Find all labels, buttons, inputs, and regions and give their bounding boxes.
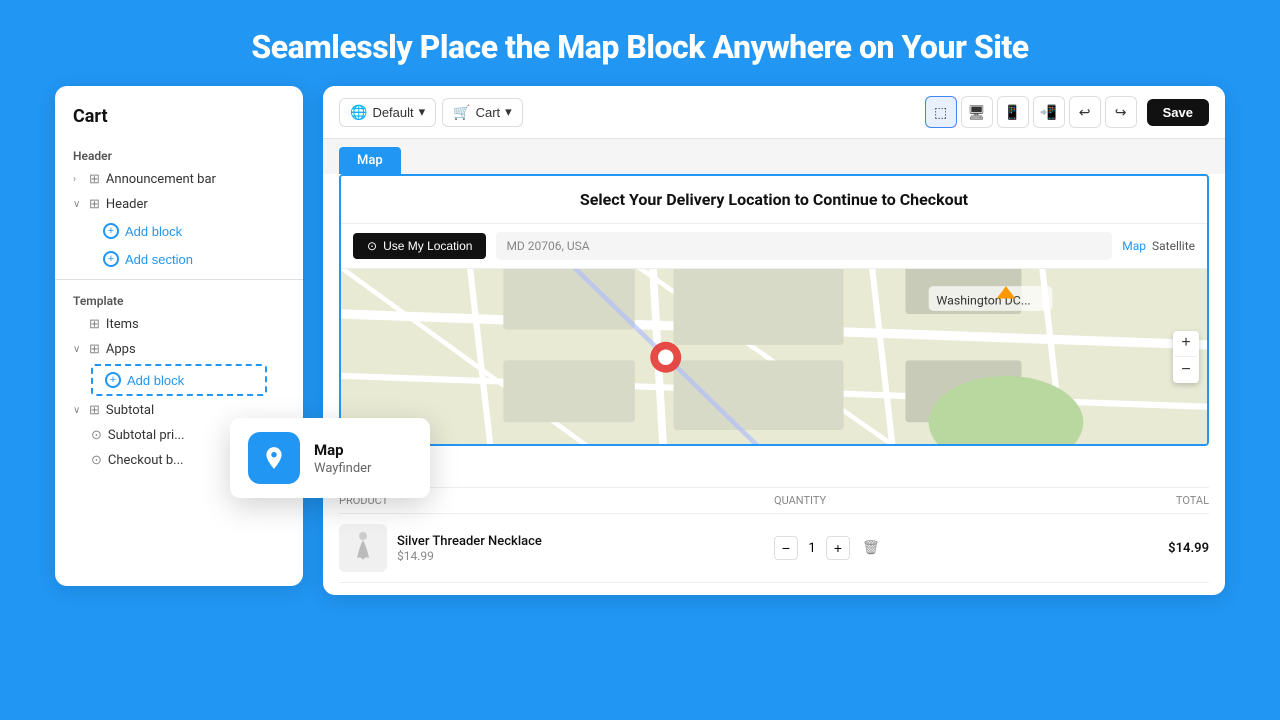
qty-value: 1 — [804, 541, 820, 556]
default-dropdown[interactable]: 🌐 Default ▾ — [339, 98, 436, 127]
checkout-btn-label: Checkout b... — [108, 453, 184, 468]
hero-title: Seamlessly Place the Map Block Anywhere … — [0, 0, 1280, 86]
delete-item-icon[interactable]: 🗑 — [862, 540, 880, 556]
apps-label: Apps — [106, 342, 136, 357]
cart-dropdown-arrow: ▾ — [505, 104, 512, 120]
plus-circle-icon: + — [103, 251, 119, 267]
col-quantity: QUANTITY — [774, 494, 992, 507]
svg-text:Washington DC...: Washington DC... — [936, 295, 1030, 309]
add-block-label: Add block — [125, 224, 182, 239]
map-section: Select Your Delivery Location to Continu… — [339, 174, 1209, 446]
cart-title: Your Cart — [339, 458, 1209, 479]
location-icon: ⊙ — [367, 239, 377, 253]
use-location-button[interactable]: ⊙ Use My Location — [353, 233, 486, 259]
redo-btn[interactable]: ↪ — [1105, 96, 1137, 128]
chevron-right-icon: › — [73, 174, 83, 185]
product-details: Silver Threader Necklace $14.99 — [397, 534, 542, 563]
tooltip-map-icon — [248, 432, 300, 484]
tooltip-subtitle: Wayfinder — [314, 461, 371, 476]
address-text: MD 20706, USA — [506, 239, 589, 253]
add-section-label: Add section — [125, 252, 193, 267]
add-block-apps-container: + Add block — [91, 364, 267, 396]
tooltip-text: Map Wayfinder — [314, 441, 371, 476]
map-type-satellite[interactable]: Satellite — [1152, 239, 1195, 253]
grid-icon3: ⊞ — [89, 317, 100, 332]
map-tab[interactable]: Map — [339, 147, 401, 174]
header-label: Header — [106, 197, 148, 212]
subtotal-price-label: Subtotal pri... — [108, 428, 185, 443]
item-total: $14.99 — [992, 541, 1210, 556]
product-price: $14.99 — [397, 549, 542, 563]
product-info: Silver Threader Necklace $14.99 — [339, 524, 774, 572]
qty-decrease-btn[interactable]: − — [774, 536, 798, 560]
panel-title: Cart — [55, 106, 303, 141]
btn-icon: ⊙ — [91, 453, 102, 468]
add-block-button-header[interactable]: + Add block — [55, 217, 200, 245]
toolbar-left: 🌐 Default ▾ 🛒 Cart ▾ — [339, 98, 523, 127]
map-display: Washington DC... + − — [341, 269, 1207, 444]
map-controls-row: ⊙ Use My Location MD 20706, USA Map Sate… — [341, 224, 1207, 269]
dropdown-arrow: ▾ — [419, 104, 426, 120]
map-type-map[interactable]: Map — [1122, 239, 1146, 253]
map-zoom-controls: + − — [1173, 331, 1199, 383]
default-label: Default — [372, 105, 413, 120]
col-total: TOTAL — [992, 494, 1210, 507]
chevron-down-icon: ∨ — [73, 199, 83, 210]
add-block-apps-label: Add block — [127, 373, 184, 388]
grid-icon4: ⊞ — [89, 342, 100, 357]
chevron-down-icon2: ∨ — [73, 344, 83, 355]
undo-btn[interactable]: ↩ — [1069, 96, 1101, 128]
cart-section: Your Cart PRODUCT QUANTITY TOTAL Silve — [323, 446, 1225, 595]
desktop-view-btn[interactable]: 🖥 — [961, 96, 993, 128]
cart-table-header: PRODUCT QUANTITY TOTAL — [339, 487, 1209, 514]
grid-icon2: ⊞ — [89, 197, 100, 212]
grid-icon5: ⊞ — [89, 403, 100, 418]
product-name: Silver Threader Necklace — [397, 534, 542, 549]
add-section-button[interactable]: + Add section — [55, 245, 211, 273]
template-section-label: Template — [55, 286, 303, 312]
sidebar-item-items[interactable]: ⊞ Items — [55, 312, 303, 337]
header-section-label: Header — [55, 141, 303, 167]
quantity-control: − 1 + 🗑 — [774, 536, 992, 560]
product-thumbnail — [339, 524, 387, 572]
zoom-out-btn[interactable]: − — [1173, 357, 1199, 383]
cart-label: Cart — [476, 105, 501, 120]
map-title: Select Your Delivery Location to Continu… — [357, 190, 1191, 209]
table-row: Silver Threader Necklace $14.99 − 1 + 🗑 … — [339, 514, 1209, 583]
add-block-button-apps[interactable]: + Add block — [93, 366, 202, 394]
save-button[interactable]: Save — [1147, 99, 1209, 126]
left-panel: Cart Header › ⊞ Announcement bar ∨ ⊞ Hea… — [55, 86, 303, 586]
browser-toolbar: 🌐 Default ▾ 🛒 Cart ▾ ⬚ 🖥 📱 📲 ↩ ↪ Save — [323, 86, 1225, 139]
qty-increase-btn[interactable]: + — [826, 536, 850, 560]
grid-icon: ⊞ — [89, 172, 100, 187]
subtotal-label: Subtotal — [106, 403, 154, 418]
tag-icon: ⊙ — [91, 428, 102, 443]
right-panel: 🌐 Default ▾ 🛒 Cart ▾ ⬚ 🖥 📱 📲 ↩ ↪ Save — [323, 86, 1225, 595]
items-label: Items — [106, 317, 139, 332]
plus-icon: + — [103, 223, 119, 239]
tooltip-name: Map — [314, 441, 371, 459]
toolbar-icons: ⬚ 🖥 📱 📲 ↩ ↪ Save — [925, 96, 1209, 128]
address-field[interactable]: MD 20706, USA — [496, 232, 1112, 260]
tablet-view-btn[interactable]: 📱 — [997, 96, 1029, 128]
plus-icon2: + — [105, 372, 121, 388]
sidebar-item-apps[interactable]: ∨ ⊞ Apps — [55, 337, 303, 362]
select-tool-btn[interactable]: ⬚ — [925, 96, 957, 128]
sidebar-item-announcement[interactable]: › ⊞ Announcement bar — [55, 167, 303, 192]
cart-dropdown[interactable]: 🛒 Cart ▾ — [442, 98, 523, 127]
mobile-view-btn[interactable]: 📲 — [1033, 96, 1065, 128]
map-type-buttons: Map Satellite — [1122, 239, 1195, 253]
map-header: Select Your Delivery Location to Continu… — [341, 176, 1207, 224]
use-location-label: Use My Location — [383, 239, 472, 253]
zoom-in-btn[interactable]: + — [1173, 331, 1199, 357]
sidebar-item-header[interactable]: ∨ ⊞ Header — [55, 192, 303, 217]
chevron-down-icon3: ∨ — [73, 405, 83, 416]
tooltip-popup: Map Wayfinder — [230, 418, 430, 498]
announcement-label: Announcement bar — [106, 172, 216, 187]
